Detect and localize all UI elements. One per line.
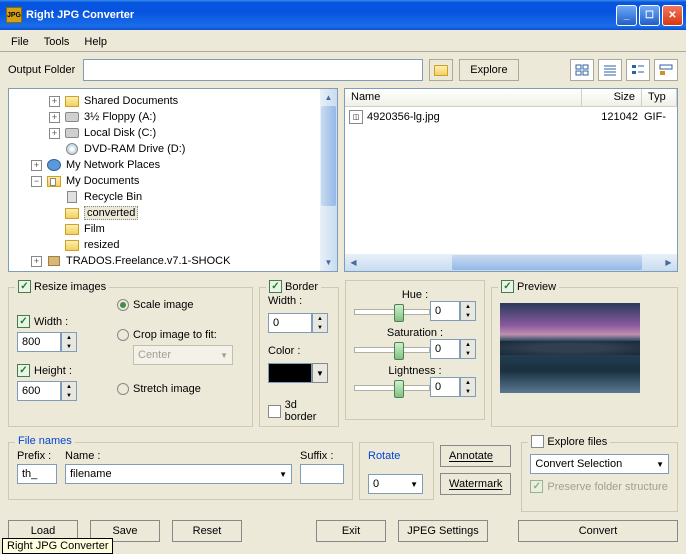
saturation-input[interactable] [430,339,460,359]
column-size[interactable]: Size [582,89,642,106]
width-checkbox[interactable]: ✓ [17,315,30,328]
hsl-group: Hue : ▲▼ Saturation : ▲▼ Lightness : ▲▼ [345,280,485,420]
jpeg-settings-button[interactable]: JPEG Settings [398,520,488,542]
convert-button[interactable]: Convert [518,520,678,542]
list-row[interactable]: ◫4920356-lg.jpg121042GIF- [345,109,677,125]
height-input[interactable] [17,381,61,401]
menu-tools[interactable]: Tools [37,34,77,50]
close-button[interactable]: ✕ [662,5,683,26]
image-file-icon: ◫ [349,110,363,124]
maximize-button[interactable]: ☐ [639,5,660,26]
toolbar: Output Folder Explore [0,52,686,88]
name-combo[interactable]: filename▼ [65,464,292,484]
explore-files-checkbox[interactable]: ✓ [531,435,544,448]
prefix-input[interactable] [17,464,57,484]
resize-group: ✓Resize images ✓Width : ▲▼ ✓Height : ▲▼ … [8,287,253,427]
tree-item[interactable]: +TRADOS.Freelance.v7.1-SHOCK [9,253,337,269]
output-folder-label: Output Folder [8,64,75,76]
window-title: Right JPG Converter [26,9,616,21]
crop-position-combo: Center▼ [133,345,233,365]
border-group: ✓Border Width : ▲▼ Color : ▼ ✓3d border [259,287,339,427]
width-spinner[interactable]: ▲▼ [61,332,77,352]
menu-help[interactable]: Help [77,34,114,50]
height-spinner[interactable]: ▲▼ [61,381,77,401]
folder-tree[interactable]: +Shared Documents+3½ Floppy (A:)+Local D… [8,88,338,272]
preserve-folder-checkbox: ✓ [530,480,543,493]
resize-checkbox[interactable]: ✓ [18,280,31,293]
border-color-dropdown[interactable]: ▼ [312,363,328,383]
border-checkbox[interactable]: ✓ [269,280,282,293]
scale-radio[interactable] [117,299,129,311]
view-details-button[interactable] [626,59,650,81]
minimize-button[interactable]: _ [616,5,637,26]
file-list[interactable]: Name Size Typ ◫4920356-lg.jpg121042GIF- … [344,88,678,272]
height-checkbox[interactable]: ✓ [17,364,30,377]
view-thumbnails-button[interactable] [570,59,594,81]
hue-input[interactable] [430,301,460,321]
preview-image [500,303,640,393]
column-type[interactable]: Typ [642,89,677,106]
list-scrollbar[interactable]: ◀▶ [345,254,677,271]
crop-radio[interactable] [117,329,129,341]
reset-button[interactable]: Reset [172,520,242,542]
titlebar: JPG Right JPG Converter _ ☐ ✕ [0,0,686,30]
explore-button[interactable]: Explore [459,59,518,81]
tree-item[interactable]: DVD-RAM Drive (D:) [9,141,337,157]
browse-folder-button[interactable] [429,59,453,81]
output-folder-input[interactable] [83,59,423,81]
border-color-swatch[interactable] [268,363,312,383]
border-width-input[interactable] [268,313,312,333]
rotate-group: Rotate 0▼ [359,442,434,500]
view-list-button[interactable] [598,59,622,81]
menu-file[interactable]: File [4,34,36,50]
tree-item[interactable]: Recycle Bin [9,189,337,205]
view-icons-button[interactable] [654,59,678,81]
app-icon: JPG [6,7,22,23]
saturation-slider[interactable] [354,340,430,358]
annotate-button[interactable]: Annotate [440,445,511,467]
hue-slider[interactable] [354,302,430,320]
border-width-spinner[interactable]: ▲▼ [312,313,328,333]
tree-item[interactable]: +3½ Floppy (A:) [9,109,337,125]
lightness-slider[interactable] [354,378,430,396]
tree-scrollbar[interactable] [320,89,337,271]
convert-selection-combo[interactable]: Convert Selection▼ [530,454,669,474]
menu-bar: File Tools Help [0,32,686,52]
3d-border-checkbox[interactable]: ✓ [268,405,281,418]
tree-item[interactable]: −My Documents [9,173,337,189]
rotate-combo[interactable]: 0▼ [368,474,423,494]
explore-files-group: ✓Explore files Convert Selection▼ ✓Prese… [521,442,678,512]
column-name[interactable]: Name [345,89,582,106]
lightness-input[interactable] [430,377,460,397]
width-input[interactable] [17,332,61,352]
filenames-group: File names Prefix : Name :filename▼ Suff… [8,442,353,500]
tree-item[interactable]: converted [9,205,337,221]
watermark-button[interactable]: Watermark [440,473,511,495]
tree-item[interactable]: +Shared Documents [9,93,337,109]
suffix-input[interactable] [300,464,344,484]
tree-item[interactable]: +Local Disk (C:) [9,125,337,141]
stretch-radio[interactable] [117,383,129,395]
preview-checkbox[interactable]: ✓ [501,280,514,293]
exit-button[interactable]: Exit [316,520,386,542]
tree-item[interactable]: resized [9,237,337,253]
tree-item[interactable]: Film [9,221,337,237]
preview-group: ✓Preview [491,287,678,427]
status-tooltip: Right JPG Converter [2,538,113,554]
tree-item[interactable]: +My Network Places [9,157,337,173]
